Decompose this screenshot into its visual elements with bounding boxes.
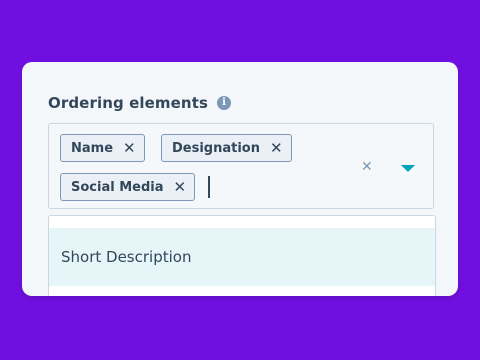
tag-designation: Designation ✕	[161, 134, 292, 162]
field-label-row: Ordering elements i	[48, 92, 232, 114]
tag-name: Name ✕	[60, 134, 145, 162]
close-icon[interactable]: ✕	[123, 140, 136, 156]
tag-social-media: Social Media ✕	[60, 173, 196, 201]
text-caret	[208, 176, 210, 198]
menu-item-label: Short Description	[61, 248, 192, 266]
close-icon[interactable]: ✕	[270, 140, 283, 156]
caret-down-icon[interactable]	[401, 165, 415, 172]
menu-item-short-description[interactable]: Short Description	[49, 228, 435, 286]
dropdown-menu: Short Description	[48, 215, 436, 296]
tag-label: Social Media	[71, 179, 164, 195]
close-icon[interactable]: ✕	[174, 179, 187, 195]
multi-select-input[interactable]: Name ✕ Designation ✕ Social Media ✕ ✕	[48, 123, 434, 209]
clear-all-icon[interactable]: ✕	[361, 160, 373, 174]
tag-label: Name	[71, 140, 114, 156]
tag-label: Designation	[172, 140, 260, 156]
field-label: Ordering elements	[48, 94, 209, 112]
info-icon[interactable]: i	[217, 96, 232, 110]
form-card: Ordering elements i Name ✕ Designation ✕…	[22, 62, 458, 296]
